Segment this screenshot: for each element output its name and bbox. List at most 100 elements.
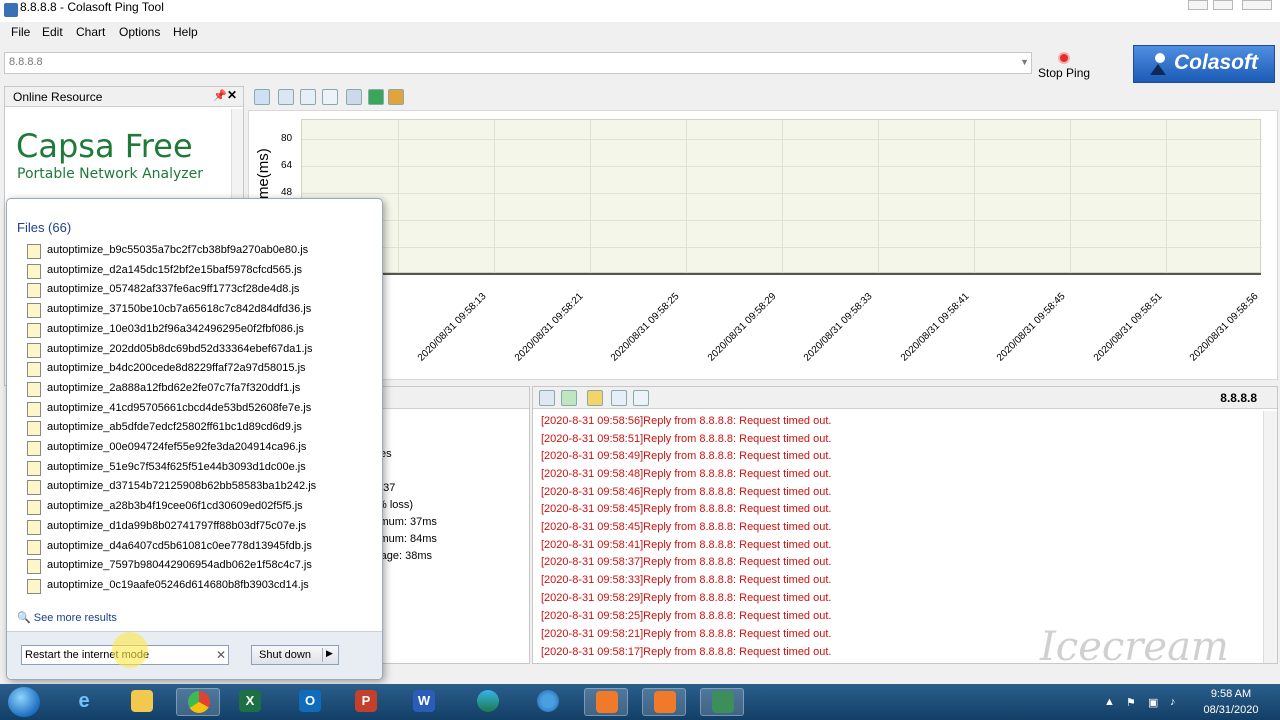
windows-start-icon[interactable] [8,687,40,717]
excel-icon[interactable]: X [228,688,272,716]
menu-edit[interactable]: Edit [42,25,63,39]
clock-time[interactable]: 9:58 AM [1196,688,1266,700]
x-tick-label: 2020/08/31 09:58:45 [995,291,1068,364]
orange-app-icon[interactable] [584,688,628,716]
log-scrollbar[interactable] [1263,411,1277,663]
file-result-item[interactable]: autoptimize_10e03d1b2f96a342496295e0f2fb… [27,321,327,340]
grid-icon[interactable] [322,89,338,105]
log-entry: [2020-8-31 09:58:45]Reply from 8.8.8.8: … [541,521,832,533]
tray-up-arrow-icon[interactable]: ▲ [1104,696,1115,708]
file-result-item[interactable]: autoptimize_b4dc200cede8d8229ffaf72a97d5… [27,360,327,379]
file-result-item[interactable]: autoptimize_7597b980442906954adb062e1f58… [27,557,327,576]
script-file-icon [27,283,41,299]
script-file-icon [27,539,41,555]
edge-icon[interactable] [466,688,510,716]
word-icon[interactable]: W [402,688,446,716]
log-toolbar: 8.8.8.8 [533,387,1277,409]
save-icon[interactable] [254,89,270,105]
minimize-button[interactable] [1188,0,1208,10]
clear-search-icon[interactable]: ✕ [216,648,226,662]
menu-file[interactable]: File [11,25,30,39]
file-result-item[interactable]: autoptimize_d4a6407cd5b61081c0ee778d1394… [27,538,327,557]
file-name: autoptimize_10e03d1b2f96a342496295e0f2fb… [47,322,304,335]
x-tick-label: 2020/08/31 09:58:51 [1091,291,1165,364]
log-entry: [2020-8-31 09:58:25]Reply from 8.8.8.8: … [541,610,832,622]
export-icon[interactable] [368,89,384,105]
grid-line [1070,120,1071,274]
internet-explorer-icon[interactable]: e [62,688,106,716]
table-icon[interactable] [633,390,649,406]
taskbar: e X O P W ▲ ⚑ ▣ ♪ 9:58 AM 08/31/2020 [0,684,1280,720]
see-more-results-link[interactable]: 🔍 See more results [17,611,117,624]
window-title: 8.8.8.8 - Colasoft Ping Tool [20,0,164,14]
camera-app-icon[interactable] [642,688,686,716]
menu-options[interactable]: Options [119,25,160,39]
address-row: 8.8.8.8 ▼ Stop Ping [0,44,1280,84]
file-result-item[interactable]: autoptimize_2a888a12fbd62e2fe07c7fa7f320… [27,380,327,399]
network-icon[interactable] [278,89,294,105]
check-icon[interactable] [561,390,577,406]
maximize-button[interactable] [1213,0,1233,10]
x-tick-label: 2020/08/31 09:58:56 [1188,291,1261,364]
script-file-icon [27,381,41,397]
network-status-icon[interactable]: ▣ [1148,696,1158,709]
pin-icon[interactable]: 📌 [213,89,227,102]
menu-help[interactable]: Help [173,25,198,39]
lock-icon[interactable] [587,390,603,406]
script-file-icon [27,362,41,378]
log-entry: [2020-8-31 09:58:33]Reply from 8.8.8.8: … [541,574,832,586]
file-result-item[interactable]: autoptimize_202dd05b8dc69bd52d33364ebef6… [27,341,327,360]
stat-line: imum: 37ms [377,516,437,528]
menu-chart[interactable]: Chart [76,25,105,39]
file-name: autoptimize_0c19aafe05246d614680b8fb3903… [47,578,309,591]
host-input[interactable]: 8.8.8.8 ▼ [4,52,1032,74]
copy-icon[interactable] [539,390,555,406]
firefox-icon[interactable] [526,688,570,716]
tray-flag-icon[interactable]: ⚑ [1126,696,1136,709]
clock-date[interactable]: 08/31/2020 [1196,704,1266,716]
stop-icon [1058,52,1070,64]
shut-down-label: Shut down [259,649,311,661]
network-app-icon[interactable] [700,688,744,716]
file-result-item[interactable]: autoptimize_0c19aafe05246d614680b8fb3903… [27,577,327,596]
powerpoint-icon[interactable]: P [344,688,388,716]
file-result-item[interactable]: autoptimize_51e9c7f534f625f51e44b3093d1d… [27,459,327,478]
grid-line [590,120,591,274]
color-icon[interactable] [388,89,404,105]
window-icon[interactable] [611,390,627,406]
file-explorer-icon[interactable] [120,688,164,716]
file-result-item[interactable]: autoptimize_a28b3b4f19cee06f1cd30609ed02… [27,498,327,517]
file-result-item[interactable]: autoptimize_d1da99b8b02741797ff88b03df75… [27,518,327,537]
app-icon [4,3,18,17]
chart-select-icon[interactable] [346,89,362,105]
stop-ping-button[interactable]: Stop Ping [1036,50,1126,82]
script-file-icon [27,460,41,476]
close-icon[interactable]: ✕ [227,88,237,102]
file-name: autoptimize_b4dc200cede8d8229ffaf72a97d5… [47,362,306,375]
script-file-icon [27,578,41,594]
file-result-item[interactable]: autoptimize_057482af337fe6ac9ff1773cf28d… [27,281,327,300]
script-file-icon [27,263,41,279]
ad-title[interactable]: Capsa Free [16,127,193,165]
close-window-button[interactable] [1242,0,1272,10]
script-file-icon [27,519,41,535]
file-result-item[interactable]: autoptimize_d37154b72125908b62bb58583ba1… [27,478,327,497]
file-name: autoptimize_7597b980442906954adb062e1f58… [47,559,312,572]
file-result-item[interactable]: autoptimize_b9c55035a7bc2f7cb38bf9a270ab… [27,242,327,261]
chevron-right-icon[interactable]: ▶ [322,648,336,662]
chevron-down-icon[interactable]: ▼ [1020,57,1029,67]
file-result-item[interactable]: autoptimize_00e094724fef55e92fe3da204914… [27,439,327,458]
files-heading[interactable]: Files (66) [17,220,71,235]
log-entry: [2020-8-31 09:58:29]Reply from 8.8.8.8: … [541,592,832,604]
volume-icon[interactable]: ♪ [1170,696,1176,708]
file-result-item[interactable]: autoptimize_37150be10cb7a65618c7c842d84d… [27,301,327,320]
outlook-icon[interactable]: O [288,688,332,716]
view-icon[interactable] [300,89,316,105]
file-result-item[interactable]: autoptimize_ab5dfde7edcf25802ff61bc1d89c… [27,419,327,438]
title-bar: 8.8.8.8 - Colasoft Ping Tool [0,0,1280,22]
shut-down-button[interactable]: Shut down ▶ [251,645,339,665]
chrome-icon[interactable] [176,688,220,716]
file-name: autoptimize_d37154b72125908b62bb58583ba1… [47,480,317,493]
file-result-item[interactable]: autoptimize_41cd95705661cbcd4de53bd52608… [27,400,327,419]
file-result-item[interactable]: autoptimize_d2a145dc15f2bf2e15baf5978cfc… [27,262,327,281]
